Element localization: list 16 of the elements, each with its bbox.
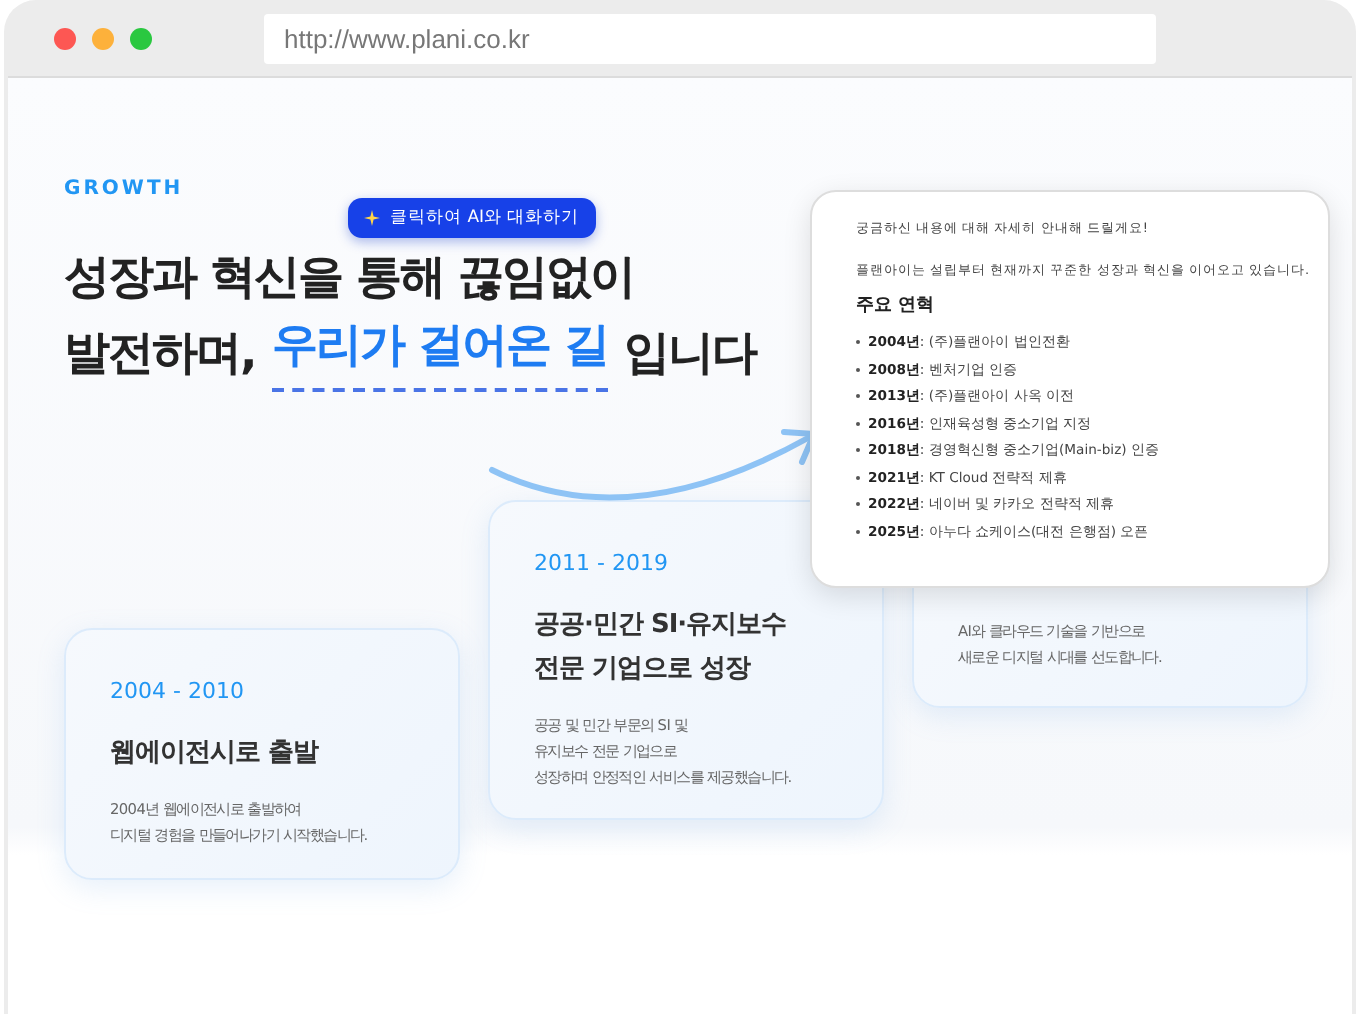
- heading-text: 입니다: [623, 326, 756, 384]
- minimize-dot-icon[interactable]: [92, 27, 114, 49]
- maximize-dot-icon[interactable]: [130, 27, 152, 49]
- heading-line: 성장과 혁신을 통해 끊임없이: [64, 250, 635, 308]
- section-eyebrow: GROWTH: [64, 178, 186, 200]
- address-bar[interactable]: http://www.plani.co.kr: [264, 13, 1156, 63]
- sparkle-icon: [364, 210, 380, 226]
- heading-text: 발전하며,: [64, 326, 256, 384]
- period-label: 2004 - 2010: [110, 678, 246, 704]
- card-title: 공공·민간 SI·유지보수 전문 기업으로 성장: [534, 608, 789, 688]
- period-label: 2011 - 2019: [534, 550, 670, 576]
- history-heading: 주요 연혁: [856, 294, 937, 318]
- card-title: 웹에이전시로 출발: [110, 736, 321, 772]
- ai-chat-tooltip[interactable]: 클릭하여 AI와 대화하기: [348, 198, 596, 238]
- highlight-link[interactable]: 우리가 걸어온 길: [271, 316, 608, 392]
- close-dot-icon[interactable]: [54, 27, 76, 49]
